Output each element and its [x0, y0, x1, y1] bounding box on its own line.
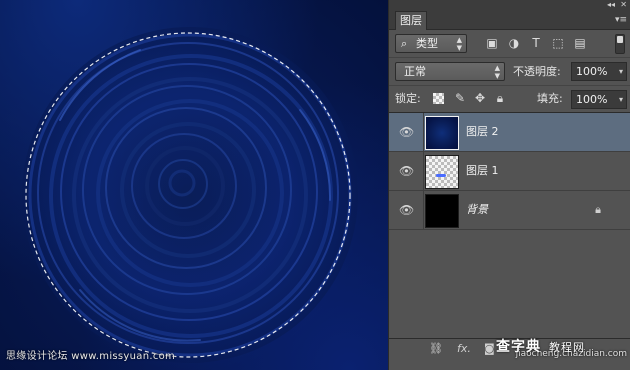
visibility-cell[interactable]: 👁︎: [389, 191, 424, 229]
layer-name[interactable]: 背景: [466, 191, 488, 229]
eye-icon[interactable]: 👁︎: [399, 164, 414, 178]
panel-menu-icon[interactable]: ▾≡: [615, 16, 627, 25]
visibility-cell[interactable]: 👁︎: [389, 113, 424, 151]
smart-object-filter-icon[interactable]: ▤: [573, 36, 587, 50]
opacity-label: 不透明度:: [513, 65, 561, 78]
layers-panel: ◂◂ ✕ 图层 ▾≡ ⌕ 类型 ▲ ▼ ▣ ◑ T ⬚ ▤ 正常 ▲ ▼ 不透明…: [388, 0, 630, 370]
layer-thumbnail[interactable]: [425, 155, 459, 189]
blend-mode-label: 正常: [404, 65, 426, 78]
layer-name[interactable]: 图层 2: [466, 113, 499, 151]
filter-row: ⌕ 类型 ▲ ▼ ▣ ◑ T ⬚ ▤: [389, 30, 630, 58]
blend-row: 正常 ▲ ▼ 不透明度: 100% ▾: [389, 58, 630, 86]
collapse-icon[interactable]: ◂◂: [607, 1, 615, 9]
watermark-missyuan: 思缘设计论坛 www.missyuan.com: [6, 351, 176, 362]
eye-icon[interactable]: 👁︎: [399, 203, 414, 217]
add-mask-icon[interactable]: ◙: [484, 342, 495, 356]
layers-list: 👁︎ 图层 2 👁︎ 图层 1 👁︎ 背景 🔒︎: [389, 113, 630, 338]
document-canvas[interactable]: 思缘设计论坛 www.missyuan.com: [0, 0, 388, 370]
tab-layers[interactable]: 图层: [395, 11, 427, 30]
filter-kind-dropdown[interactable]: ⌕ 类型 ▲ ▼: [395, 34, 467, 53]
lock-transparency-icon[interactable]: [433, 93, 444, 104]
search-icon: ⌕: [401, 37, 408, 50]
panel-tabbar: 图层 ▾≡: [389, 11, 630, 30]
layer-row[interactable]: 👁︎ 图层 1: [389, 152, 630, 191]
layer-thumbnail[interactable]: [425, 116, 459, 150]
lock-all-icon[interactable]: 🔒︎: [493, 91, 507, 105]
lock-icon: 🔒︎: [595, 203, 601, 216]
close-icon[interactable]: ✕: [620, 1, 627, 9]
type-filter-icon[interactable]: T: [529, 36, 543, 50]
fx-button[interactable]: fx.: [457, 342, 471, 356]
lock-position-move-icon[interactable]: ✥: [473, 91, 487, 105]
chevron-down-icon[interactable]: ▾: [619, 63, 623, 80]
layer-name[interactable]: 图层 1: [466, 152, 499, 190]
layer-row[interactable]: 👁︎ 背景 🔒︎: [389, 191, 630, 230]
panel-titlebar: ◂◂ ✕: [389, 0, 630, 11]
dropdown-arrows-icon: ▲ ▼: [494, 64, 500, 80]
eye-icon[interactable]: 👁︎: [399, 125, 414, 139]
swirl-artwork: [22, 27, 358, 363]
blend-mode-dropdown[interactable]: 正常 ▲ ▼: [395, 62, 505, 81]
lock-pixels-brush-icon[interactable]: ✎: [453, 91, 467, 105]
logo-subtext: 教程网: [549, 341, 585, 354]
filter-toggle-switch[interactable]: [615, 34, 625, 54]
opacity-field[interactable]: 100% ▾: [571, 62, 627, 81]
photoshop-window: 思缘设计论坛 www.missyuan.com ◂◂ ✕ 图层 ▾≡ ⌕ 类型 …: [0, 0, 630, 370]
fill-label: 填充:: [537, 92, 563, 105]
fill-field[interactable]: 100% ▾: [571, 90, 627, 109]
lock-label: 锁定:: [395, 92, 421, 105]
visibility-cell[interactable]: 👁︎: [389, 152, 424, 190]
shape-filter-icon[interactable]: ⬚: [551, 36, 565, 50]
filter-kind-label: 类型: [416, 37, 438, 50]
logo-text: 查字典: [496, 339, 541, 355]
opacity-value: 100%: [576, 65, 608, 78]
lock-row: 锁定: ✎ ✥ 🔒︎ 填充: 100% ▾: [389, 86, 630, 113]
fill-value: 100%: [576, 93, 608, 106]
layer-row[interactable]: 👁︎ 图层 2: [389, 113, 630, 152]
thumbnail-content: [436, 174, 446, 177]
chazidian-logo-watermark: 查字典 教程网: [496, 336, 585, 356]
pixel-filter-icon[interactable]: ▣: [485, 36, 499, 50]
chevron-down-icon[interactable]: ▾: [619, 91, 623, 108]
layer-thumbnail[interactable]: [425, 194, 459, 228]
adjustment-filter-icon[interactable]: ◑: [507, 36, 521, 50]
link-layers-icon[interactable]: ⛓: [429, 342, 443, 356]
dropdown-arrows-icon: ▲ ▼: [456, 36, 462, 52]
